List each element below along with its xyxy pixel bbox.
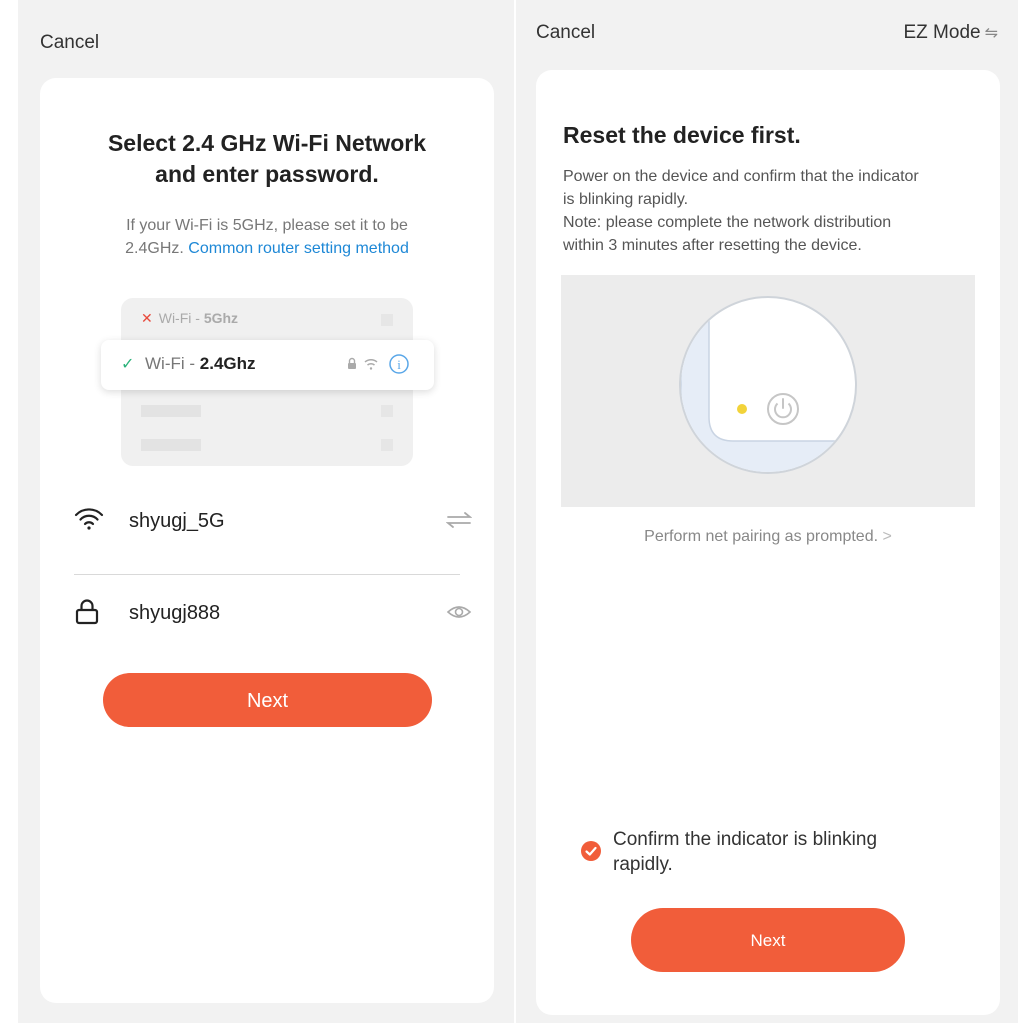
wifi-24g-row: ✓ Wi-Fi - 2.4Ghz i (101, 340, 434, 390)
lock-icon (348, 357, 356, 369)
reset-device-card: Reset the device first. Power on the dev… (536, 70, 1000, 1015)
confirm-label: Confirm the indicator is blinking rapidl… (613, 827, 877, 877)
check-icon: ✓ (121, 356, 135, 373)
ssid-value: shyugj_5G (129, 510, 225, 532)
wifi-5g-row: ✕ Wi-Fi - 5Ghz (141, 310, 393, 328)
wifi-24g-prefix: Wi-Fi - (145, 354, 200, 373)
placeholder-bar (141, 439, 201, 451)
desc-line-3: Note: please complete the network distri… (563, 214, 892, 231)
page-title: Select 2.4 GHz Wi-Fi Network and enter p… (40, 128, 494, 190)
cancel-button[interactable]: Cancel (536, 22, 595, 44)
placeholder-square (381, 439, 393, 451)
svg-text:i: i (397, 357, 401, 372)
hint-line-1: If your Wi-Fi is 5GHz, please set it to … (126, 217, 408, 234)
info-icon[interactable]: i (389, 354, 409, 374)
wifi-setup-screen: Cancel Select 2.4 GHz Wi-Fi Network and … (18, 0, 514, 1023)
next-button[interactable]: Next (103, 673, 432, 727)
wifi-ssid-field[interactable]: shyugj_5G (74, 498, 473, 546)
ez-mode-switch[interactable]: EZ Mode ⇋ (904, 22, 999, 44)
password-field[interactable]: shyugj888 (74, 590, 472, 638)
checkbox-checked-icon[interactable] (581, 841, 601, 861)
chevron-right-icon: > (882, 528, 892, 545)
wifi-small-icon (364, 358, 378, 370)
wifi-status-icons: i (346, 353, 412, 380)
desc-line-1: Power on the device and confirm that the… (563, 168, 919, 185)
eye-icon[interactable] (446, 602, 472, 627)
placeholder-square (381, 314, 393, 326)
next-button[interactable]: Next (631, 908, 905, 972)
hint-prefix: 2.4GHz. (125, 240, 189, 257)
wifi-24g-band: 2.4Ghz (199, 354, 256, 373)
placeholder-bar (141, 405, 201, 417)
placeholder-row (141, 402, 393, 420)
confirm-line-1: Confirm the indicator is blinking (613, 829, 878, 850)
page-title: Reset the device first. (563, 122, 801, 148)
desc-line-4: within 3 minutes after resetting the dev… (563, 237, 862, 254)
placeholder-square (381, 405, 393, 417)
reset-instructions: Power on the device and confirm that the… (563, 165, 983, 257)
wifi-hint: If your Wi-Fi is 5GHz, please set it to … (40, 214, 494, 260)
switch-network-icon[interactable] (445, 510, 473, 535)
wifi-24g-label: Wi-Fi - 2.4Ghz (145, 354, 256, 374)
title-line-2: and enter password. (155, 161, 379, 187)
indicator-light (737, 404, 747, 414)
wifi-setup-card: Select 2.4 GHz Wi-Fi Network and enter p… (40, 78, 494, 1003)
wifi-icon (74, 506, 104, 537)
cross-icon: ✕ (141, 310, 153, 326)
reset-device-screen: Cancel EZ Mode ⇋ Reset the device first. … (516, 0, 1018, 1023)
field-divider (74, 574, 460, 575)
hint-line-2: 2.4GHz. Common router setting method (40, 237, 494, 260)
router-setting-link[interactable]: Common router setting method (188, 240, 409, 257)
switch-mode-icon: ⇋ (984, 25, 998, 42)
cancel-button[interactable]: Cancel (40, 32, 99, 54)
placeholder-row (141, 436, 393, 454)
mode-label: EZ Mode (903, 22, 981, 43)
wifi-5g-band: 5Ghz (203, 310, 239, 326)
net-pairing-link[interactable]: Perform net pairing as prompted. > (536, 528, 1000, 546)
title-line-1: Select 2.4 GHz Wi-Fi Network (107, 130, 427, 156)
desc-line-2: is blinking rapidly. (563, 191, 689, 208)
password-value: shyugj888 (129, 602, 221, 624)
wifi-5g-prefix: Wi-Fi - (158, 310, 204, 326)
prompt-text: Perform net pairing as prompted. (644, 528, 879, 545)
lock-icon (74, 598, 100, 631)
device-illustration (561, 275, 975, 507)
confirm-line-2: rapidly. (613, 854, 673, 875)
